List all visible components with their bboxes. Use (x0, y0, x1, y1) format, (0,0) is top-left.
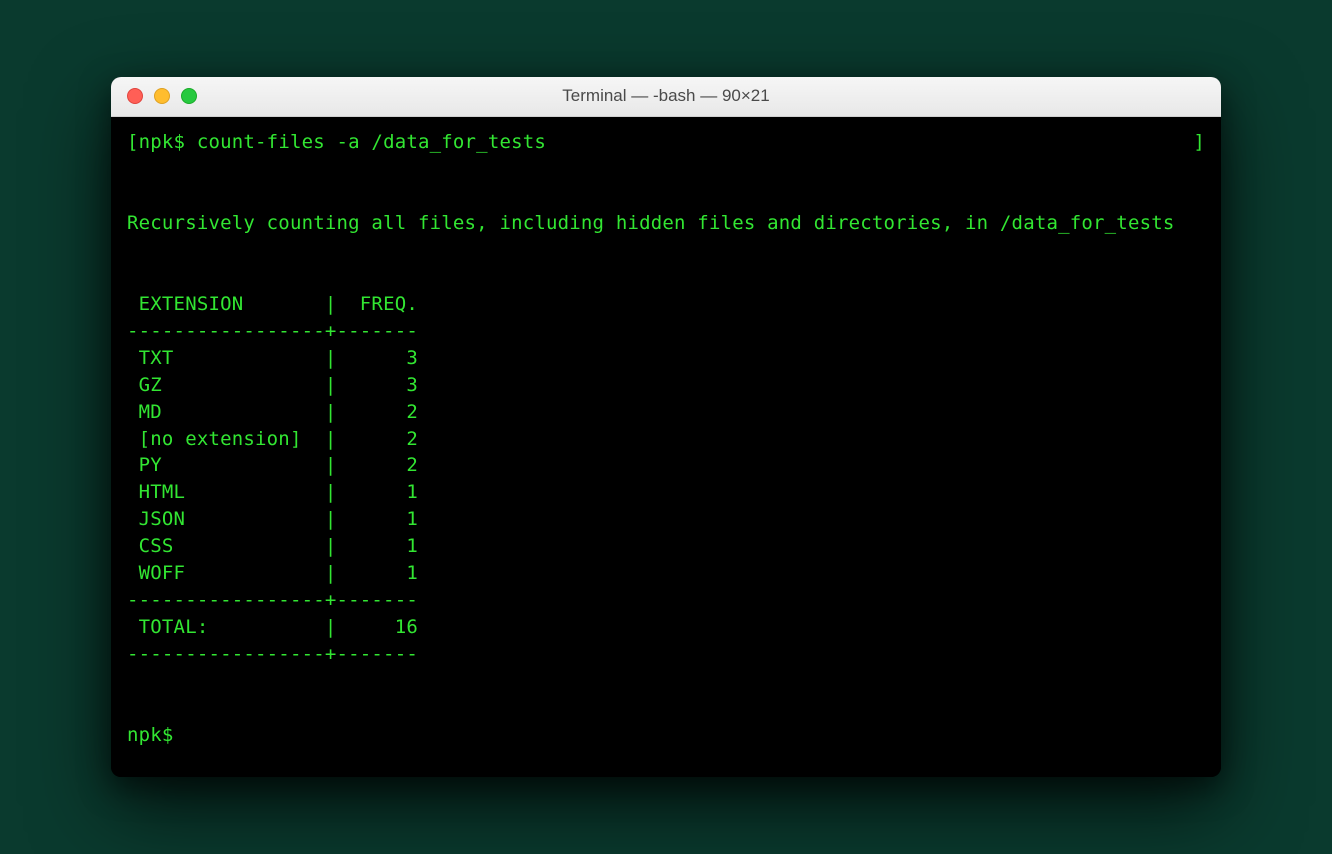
minimize-icon[interactable] (154, 88, 170, 104)
next-prompt: npk$ (127, 724, 185, 746)
total-label: TOTAL: (139, 616, 325, 638)
command-text: count-files -a /data_for_tests (197, 131, 546, 153)
window-title: Terminal — -bash — 90×21 (111, 86, 1221, 106)
table-rows: TXT | 3 GZ | 3 MD | 2 [no extension] | 2… (127, 347, 418, 585)
window-titlebar: Terminal — -bash — 90×21 (111, 77, 1221, 117)
divider: -----------------+------- (127, 320, 418, 342)
prompt: npk$ (139, 131, 186, 153)
terminal-output: [npk$ count-files -a /data_for_tests] Re… (127, 129, 1205, 749)
header-freq: FREQ. (360, 293, 418, 315)
zoom-icon[interactable] (181, 88, 197, 104)
output-message: Recursively counting all files, includin… (127, 212, 1175, 234)
total-value: 16 (337, 616, 418, 638)
header-extension: EXTENSION (139, 293, 325, 315)
prompt-bracket-close: ] (1193, 129, 1205, 156)
traffic-lights (111, 88, 197, 104)
close-icon[interactable] (127, 88, 143, 104)
divider: -----------------+------- (127, 643, 418, 665)
table-header: EXTENSION | FREQ. (127, 293, 418, 315)
terminal-content[interactable]: [npk$ count-files -a /data_for_tests] Re… (111, 117, 1221, 777)
prompt-bracket-open: [ (127, 131, 139, 153)
terminal-window: Terminal — -bash — 90×21 [npk$ count-fil… (111, 77, 1221, 777)
divider: -----------------+------- (127, 589, 418, 611)
